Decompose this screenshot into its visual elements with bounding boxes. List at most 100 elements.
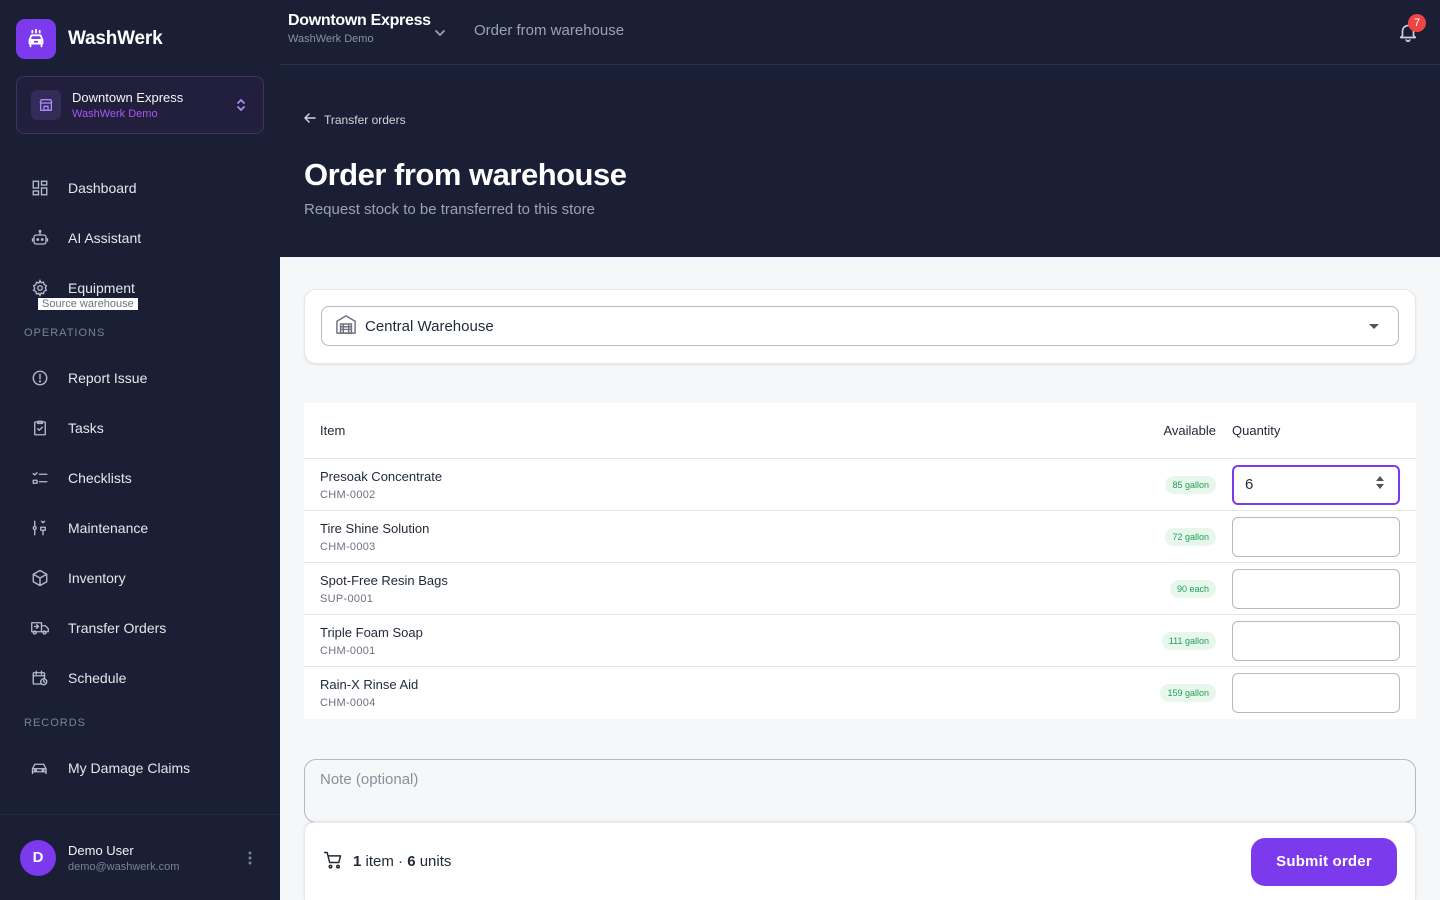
gear-icon	[30, 278, 50, 298]
quantity-input[interactable]: 6	[1232, 464, 1400, 505]
header-page-title: Order from warehouse	[474, 22, 625, 39]
nav-section-records: RECORDS	[24, 717, 87, 729]
top-bar: Downtown Express WashWerk Demo Order fro…	[280, 0, 1440, 65]
user-name: Demo User	[68, 842, 134, 858]
available-badge: 72 gallon	[1165, 527, 1216, 546]
summary-unit-word: units	[419, 853, 452, 870]
item-name: Presoak Concentrate	[320, 468, 443, 484]
user-email: demo@washwerk.com	[68, 860, 180, 873]
sidebar-item-label: Equipment	[68, 280, 135, 296]
user-menu[interactable]: D Demo User demo@washwerk.com	[0, 814, 280, 900]
sidebar-item-ai-assistant[interactable]: AI Assistant	[0, 213, 280, 263]
dashboard-icon	[30, 178, 50, 198]
sidebar: WashWerk Downtown Express WashWerk Demo …	[0, 0, 280, 900]
table-header: Item Available Quantity	[304, 403, 1416, 459]
available-badge: 85 gallon	[1165, 475, 1216, 494]
sidebar-item-label: Tasks	[68, 420, 104, 436]
table-row: Rain-X Rinse Aid CHM-0004 159 gallon	[304, 667, 1416, 719]
column-header-available: Available	[1163, 423, 1216, 438]
item-name: Rain-X Rinse Aid	[320, 677, 419, 692]
order-summary-bar: 1 item · 6 units Submit order	[304, 822, 1416, 900]
quantity-stepper[interactable]	[1376, 475, 1384, 489]
store-switcher-name: Downtown Express	[72, 90, 184, 105]
sidebar-item-inventory[interactable]: Inventory	[0, 553, 280, 603]
app-name: WashWerk	[68, 28, 163, 49]
brand[interactable]: WashWerk	[16, 19, 163, 59]
sidebar-item-transfer-orders[interactable]: Transfer Orders	[0, 603, 280, 653]
column-header-quantity: Quantity	[1232, 423, 1281, 438]
car-wash-logo-icon	[16, 19, 56, 59]
summary-separator: ·	[398, 853, 404, 870]
quantity-input[interactable]	[1232, 673, 1400, 713]
source-warehouse-label: Source warehouse	[38, 298, 138, 310]
note-placeholder: Note (optional)	[320, 771, 419, 788]
more-vertical-icon[interactable]	[240, 851, 260, 865]
sidebar-item-label: My Damage Claims	[68, 760, 191, 776]
back-link[interactable]: Transfer orders	[304, 112, 406, 127]
store-switcher-org: WashWerk Demo	[72, 108, 158, 120]
header-store-name: Downtown Express	[288, 12, 431, 29]
available-badge: 159 gallon	[1160, 684, 1216, 702]
header-store-selector[interactable]: Downtown Express WashWerk Demo	[288, 12, 431, 45]
summary-item-word: item	[365, 853, 394, 870]
sidebar-item-dashboard[interactable]: Dashboard	[0, 163, 280, 213]
warehouse-icon	[335, 314, 357, 339]
nav-section-operations: OPERATIONS	[24, 327, 106, 339]
quantity-input[interactable]	[1232, 568, 1400, 609]
sidebar-item-label: Checklists	[68, 470, 132, 486]
shopping-cart-icon	[323, 850, 343, 874]
table-row: Spot-Free Resin Bags SUP-0001 90 each	[304, 563, 1416, 615]
summary-unit-count: 6	[407, 853, 416, 870]
chevron-down-icon[interactable]	[434, 24, 446, 42]
calendar-clock-icon	[30, 668, 50, 688]
item-sku: CHM-0001	[320, 644, 376, 657]
item-sku: CHM-0004	[320, 697, 376, 709]
item-name: Tire Shine Solution	[320, 520, 430, 536]
order-summary: 1 item · 6 units	[323, 850, 1251, 874]
quantity-input[interactable]	[1232, 620, 1400, 661]
available-badge: 111 gallon	[1161, 631, 1216, 650]
back-link-label: Transfer orders	[324, 112, 406, 127]
header-store-org: WashWerk Demo	[288, 33, 374, 45]
sidebar-item-label: Report Issue	[68, 370, 148, 386]
sidebar-item-label: Schedule	[68, 670, 127, 686]
warehouse-card: Central Warehouse	[304, 289, 1416, 364]
store-switcher[interactable]: Downtown Express WashWerk Demo	[16, 76, 264, 134]
caret-down-icon	[1369, 323, 1379, 329]
page-header: Transfer orders Order from warehouse Req…	[280, 65, 1440, 257]
items-table: Item Available Quantity Presoak Concentr…	[304, 403, 1416, 719]
summary-item-count: 1	[353, 853, 362, 870]
available-badge: 90 each	[1169, 579, 1216, 598]
sidebar-item-tasks[interactable]: Tasks	[0, 403, 280, 453]
submit-order-button[interactable]: Submit order	[1251, 837, 1397, 886]
clipboard-check-icon	[30, 418, 50, 438]
sidebar-item-schedule[interactable]: Schedule	[0, 653, 280, 703]
table-row: Tire Shine Solution CHM-0003 72 gallon	[304, 511, 1416, 563]
source-warehouse-select[interactable]: Central Warehouse	[321, 306, 1399, 346]
car-damage-icon	[30, 758, 50, 778]
sidebar-item-label: AI Assistant	[68, 230, 142, 246]
sidebar-item-report-issue[interactable]: Report Issue	[0, 353, 280, 403]
source-warehouse-value: Central Warehouse	[365, 317, 494, 335]
wrench-icon	[30, 518, 50, 538]
sidebar-item-maintenance[interactable]: Maintenance	[0, 503, 280, 553]
robot-icon	[30, 228, 50, 248]
sidebar-item-label: Dashboard	[68, 180, 137, 196]
quantity-input[interactable]	[1232, 516, 1400, 557]
sidebar-item-my-damage-claims[interactable]: My Damage Claims	[0, 743, 280, 793]
table-row: Presoak Concentrate CHM-0002 85 gallon 6	[304, 459, 1416, 511]
sidebar-item-label: Transfer Orders	[68, 620, 167, 636]
sidebar-item-label: Inventory	[68, 570, 126, 586]
item-name: Spot-Free Resin Bags	[320, 572, 448, 588]
avatar: D	[20, 839, 56, 876]
store-icon	[31, 90, 61, 120]
alert-circle-icon	[30, 368, 50, 388]
sidebar-nav: Dashboard AI Assistant Equipment OPERATI…	[0, 163, 280, 793]
checklist-icon	[30, 468, 50, 488]
arrow-left-icon	[304, 112, 316, 127]
quantity-value: 6	[1245, 476, 1254, 493]
box-icon	[30, 568, 50, 588]
page-subtitle: Request stock to be transferred to this …	[304, 201, 595, 218]
note-textarea[interactable]: Note (optional)	[304, 759, 1416, 823]
sidebar-item-checklists[interactable]: Checklists	[0, 453, 280, 503]
